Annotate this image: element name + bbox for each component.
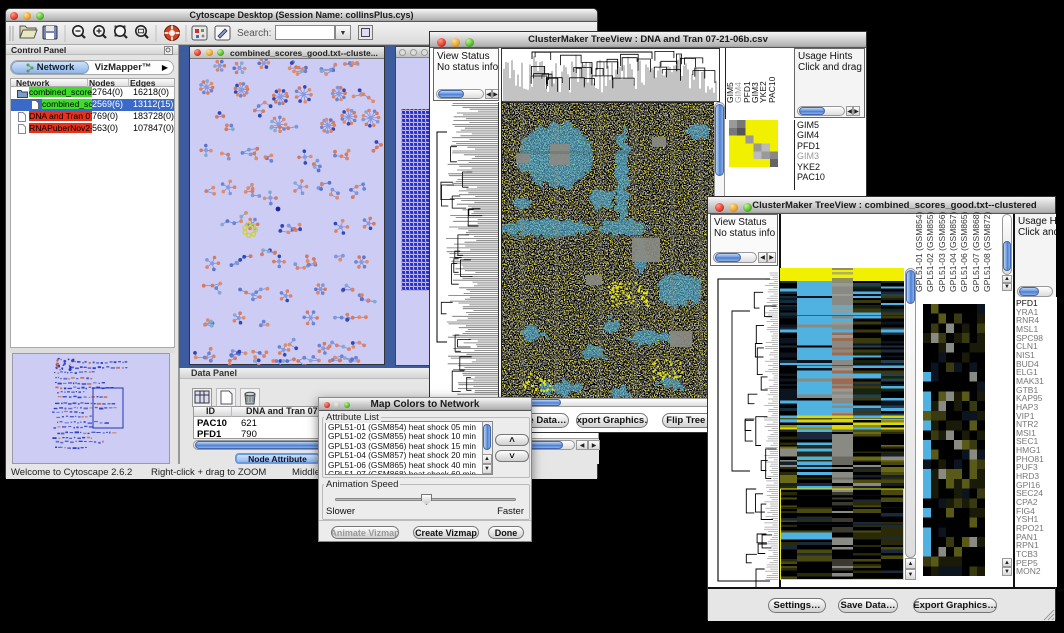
svg-text:Search:: Search: <box>237 28 271 39</box>
